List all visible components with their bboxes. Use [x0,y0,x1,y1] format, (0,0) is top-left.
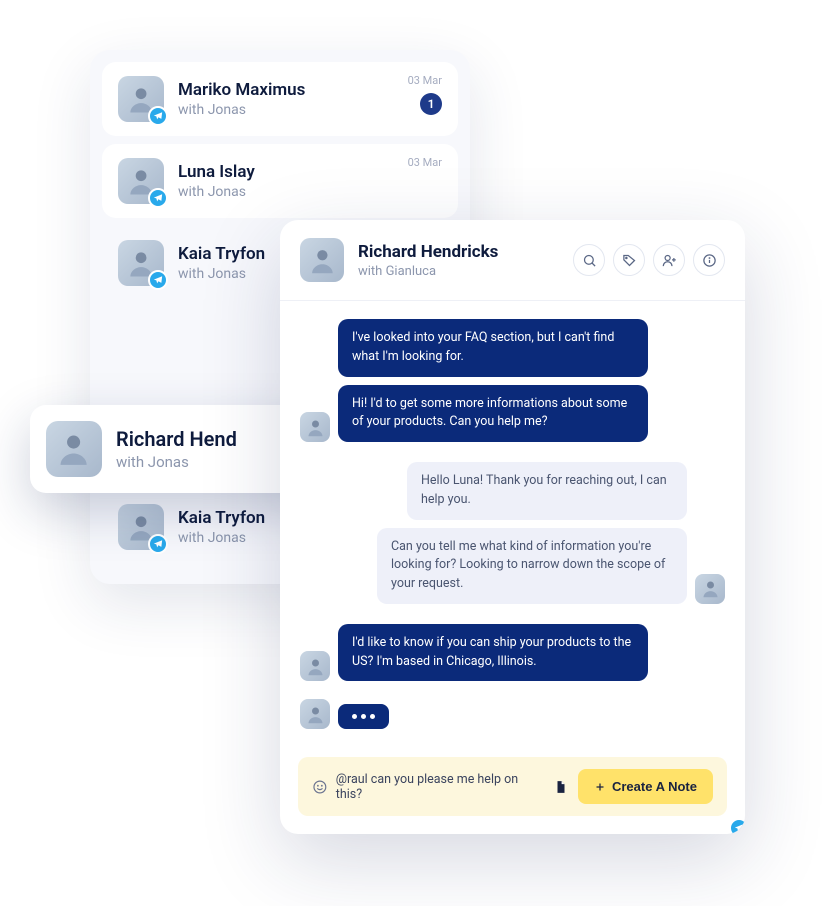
info-icon [702,253,717,268]
avatar [118,158,164,204]
avatar [46,421,102,477]
avatar [300,238,344,282]
conversation-date: 03 Mar [408,74,442,87]
tag-button[interactable] [613,244,645,276]
telegram-icon [729,818,745,834]
typing-indicator [338,704,389,729]
message-avatar [695,574,725,604]
conversation-date: 03 Mar [408,156,442,169]
message-customer: I'd like to know if you can ship your pr… [338,624,648,682]
attachment-icon[interactable] [554,780,568,794]
conversation-name: Luna Islay [178,162,442,182]
message-customer: I've looked into your FAQ section, but I… [338,319,648,377]
conversation-assignee: with Jonas [178,184,442,200]
message-agent: Can you tell me what kind of information… [377,528,687,604]
conversation-item[interactable]: Mariko Maximus with Jonas 03 Mar 1 [102,62,458,136]
avatar [118,504,164,550]
info-button[interactable] [693,244,725,276]
chat-messages: I've looked into your FAQ section, but I… [280,301,745,747]
message-agent: Hello Luna! Thank you for reaching out, … [407,462,687,520]
emoji-icon[interactable] [312,779,328,795]
composer: @raul can you please me help on this? Cr… [298,757,727,816]
unread-badge: 1 [420,93,442,115]
avatar [118,240,164,286]
person-add-icon [662,253,677,268]
composer-text[interactable]: @raul can you please me help on this? [336,772,544,802]
add-person-button[interactable] [653,244,685,276]
message-avatar [300,651,330,681]
telegram-icon [148,106,168,126]
plus-icon [594,781,606,793]
conversation-name: Mariko Maximus [178,80,442,100]
telegram-icon [148,534,168,554]
search-icon [582,253,597,268]
conversation-item[interactable]: Luna Islay with Jonas 03 Mar [102,144,458,218]
create-note-label: Create A Note [612,779,697,794]
chat-header: Richard Hendricks with Gianluca [280,220,745,301]
message-customer: Hi! I'd to get some more informations ab… [338,385,648,443]
message-avatar [300,412,330,442]
telegram-icon [148,270,168,290]
chat-contact-name: Richard Hendricks [358,242,573,262]
conversation-assignee: with Jonas [178,102,442,118]
chat-assignee: with Gianluca [358,264,573,279]
avatar [118,76,164,122]
telegram-icon [148,188,168,208]
search-button[interactable] [573,244,605,276]
chat-panel: Richard Hendricks with Gianluca I've loo… [280,220,745,834]
create-note-button[interactable]: Create A Note [578,769,713,804]
message-avatar [300,699,330,729]
tag-icon [622,253,637,268]
